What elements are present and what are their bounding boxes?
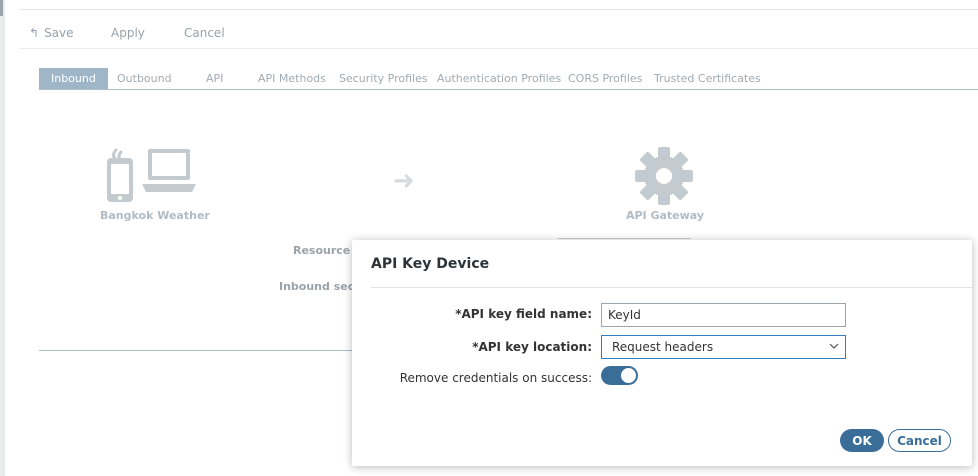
gateway-underline (558, 238, 691, 239)
tab-cors-profiles[interactable]: CORS Profiles (568, 68, 642, 89)
toolbar: ↰ Save Apply Cancel (20, 10, 978, 49)
dialog-cancel-button[interactable]: Cancel (888, 429, 951, 452)
api-key-dialog: API Key Device *API key field name: *API… (352, 240, 972, 466)
content-divider (39, 350, 359, 351)
mobile-laptop-icon (104, 146, 196, 210)
arrow-right-icon: ➜ (393, 166, 415, 196)
key-field-name-label: *API key field name: (455, 307, 592, 321)
key-location-value: Request headers (612, 340, 714, 354)
toggle-knob (621, 368, 636, 383)
dialog-title: API Key Device (371, 256, 490, 272)
key-location-select[interactable]: Request headers (601, 335, 846, 359)
dialog-divider (371, 287, 972, 288)
save-button[interactable]: ↰ Save (29, 26, 74, 40)
gear-icon (634, 146, 694, 210)
undo-icon: ↰ (29, 26, 40, 40)
client-label: Bangkok Weather (100, 209, 210, 222)
tab-trusted-certificates[interactable]: Trusted Certificates (654, 68, 761, 89)
save-label: Save (44, 26, 74, 40)
remove-credentials-label: Remove credentials on success: (399, 371, 592, 385)
tab-api[interactable]: API (206, 68, 223, 89)
key-field-name-input[interactable] (601, 303, 846, 327)
ok-button[interactable]: OK (840, 429, 884, 452)
gateway-label: API Gateway (625, 209, 705, 222)
inbound-security-label: Inbound secu (279, 280, 363, 293)
tab-bar: Inbound Outbound API API Methods Securit… (39, 68, 978, 90)
cancel-button[interactable]: Cancel (184, 26, 225, 40)
tab-api-methods[interactable]: API Methods (258, 68, 326, 89)
chevron-down-icon (829, 343, 839, 349)
tab-security-profiles[interactable]: Security Profiles (339, 68, 428, 89)
apply-button[interactable]: Apply (111, 26, 145, 40)
key-location-label: *API key location: (472, 340, 592, 354)
left-rail-marker (0, 0, 3, 16)
tab-authentication-profiles[interactable]: Authentication Profiles (437, 68, 561, 89)
left-rail (0, 0, 5, 476)
tab-inbound[interactable]: Inbound (39, 68, 108, 89)
tab-outbound[interactable]: Outbound (117, 68, 172, 89)
remove-credentials-toggle[interactable] (601, 366, 638, 385)
